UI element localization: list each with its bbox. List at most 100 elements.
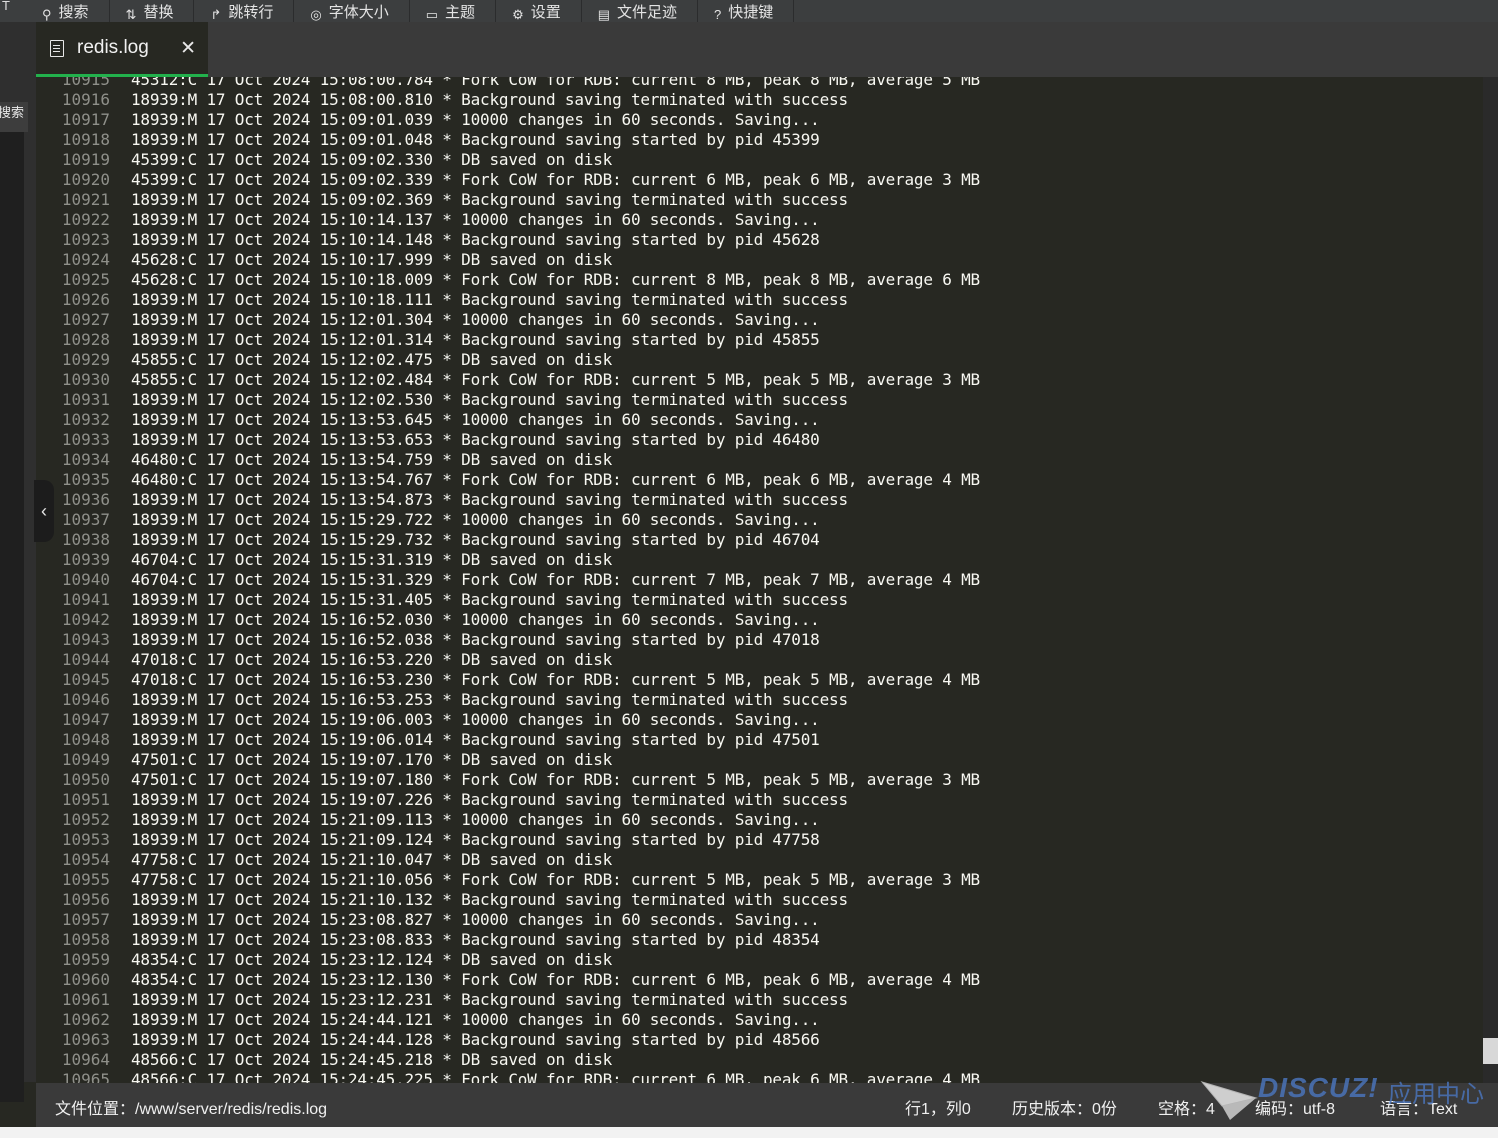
code-line[interactable]: 10952 18939:M 17 Oct 2024 15:21:09.113 * … (36, 810, 1483, 830)
code-line[interactable]: 10941 18939:M 17 Oct 2024 15:15:31.405 * … (36, 590, 1483, 610)
replace-button-label: 替换 (143, 4, 174, 21)
theme-icon: ▭ (425, 7, 439, 22)
line-text: 18939:M 17 Oct 2024 15:16:52.030 * 10000… (131, 610, 820, 629)
code-line[interactable]: 10939 46704:C 17 Oct 2024 15:15:31.319 * … (36, 550, 1483, 570)
code-line[interactable]: 10944 47018:C 17 Oct 2024 15:16:53.220 * … (36, 650, 1483, 670)
code-line[interactable]: 10925 45628:C 17 Oct 2024 15:10:18.009 * … (36, 270, 1483, 290)
code-line[interactable]: 10961 18939:M 17 Oct 2024 15:23:12.231 * … (36, 990, 1483, 1010)
code-line[interactable]: 10943 18939:M 17 Oct 2024 15:16:52.038 * … (36, 630, 1483, 650)
theme-button[interactable]: ▭ 主题 (410, 0, 497, 22)
close-icon[interactable]: ✕ (180, 39, 196, 58)
line-number: 10917 (61, 110, 110, 129)
code-line[interactable]: 10916 18939:M 17 Oct 2024 15:08:00.810 * … (36, 90, 1483, 110)
font-size-button[interactable]: ◎ 字体大小 (294, 0, 410, 22)
line-number: 10930 (61, 370, 110, 389)
tab-bar: redis.log ✕ (36, 22, 1498, 77)
code-line[interactable]: 10926 18939:M 17 Oct 2024 15:10:18.111 * … (36, 290, 1483, 310)
code-line[interactable]: 10960 48354:C 17 Oct 2024 15:23:12.130 * … (36, 970, 1483, 990)
code-line[interactable]: 10923 18939:M 17 Oct 2024 15:10:14.148 * … (36, 230, 1483, 250)
file-trace-button[interactable]: ▤ 文件足迹 (582, 0, 699, 22)
code-line[interactable]: 10948 18939:M 17 Oct 2024 15:19:06.014 * … (36, 730, 1483, 750)
code-line[interactable]: 10937 18939:M 17 Oct 2024 15:15:29.722 * … (36, 510, 1483, 530)
code-line[interactable]: 10915 45312:C 17 Oct 2024 15:08:00.784 * … (36, 77, 1483, 90)
collapse-sidebar-button[interactable]: ‹ (34, 480, 54, 542)
code-line[interactable]: 10919 45399:C 17 Oct 2024 15:09:02.330 * … (36, 150, 1483, 170)
code-line[interactable]: 10927 18939:M 17 Oct 2024 15:12:01.304 * … (36, 310, 1483, 330)
code-line[interactable]: 10942 18939:M 17 Oct 2024 15:16:52.030 * … (36, 610, 1483, 630)
tab-redis-log[interactable]: redis.log ✕ (36, 22, 208, 77)
left-search-tab[interactable]: 搜索 (0, 102, 28, 132)
line-text: 18939:M 17 Oct 2024 15:12:02.530 * Backg… (131, 390, 848, 409)
code-line[interactable]: 10922 18939:M 17 Oct 2024 15:10:14.137 * … (36, 210, 1483, 230)
code-line[interactable]: 10917 18939:M 17 Oct 2024 15:09:01.039 * … (36, 110, 1483, 130)
code-line[interactable]: 10963 18939:M 17 Oct 2024 15:24:44.128 * … (36, 1030, 1483, 1050)
code-line[interactable]: 10956 18939:M 17 Oct 2024 15:21:10.132 * … (36, 890, 1483, 910)
code-line[interactable]: 10951 18939:M 17 Oct 2024 15:19:07.226 * … (36, 790, 1483, 810)
cursor-position[interactable]: 行1，列0 (905, 1095, 971, 1119)
line-text: 18939:M 17 Oct 2024 15:09:02.369 * Backg… (131, 190, 848, 209)
code-line[interactable]: 10934 46480:C 17 Oct 2024 15:13:54.759 * … (36, 450, 1483, 470)
code-line[interactable]: 10955 47758:C 17 Oct 2024 15:21:10.056 * … (36, 870, 1483, 890)
code-line[interactable]: 10933 18939:M 17 Oct 2024 15:13:53.653 * … (36, 430, 1483, 450)
file-location: 文件位置：/www/server/redis/redis.log (55, 1101, 328, 1118)
line-text: 47758:C 17 Oct 2024 15:21:10.047 * DB sa… (131, 850, 613, 869)
line-number: 10918 (61, 130, 110, 149)
line-number: 10963 (61, 1030, 110, 1049)
code-line[interactable]: 10938 18939:M 17 Oct 2024 15:15:29.732 * … (36, 530, 1483, 550)
line-text: 45399:C 17 Oct 2024 15:09:02.330 * DB sa… (131, 150, 613, 169)
code-line[interactable]: 10957 18939:M 17 Oct 2024 15:23:08.827 * … (36, 910, 1483, 930)
line-text: 18939:M 17 Oct 2024 15:16:53.253 * Backg… (131, 690, 848, 709)
line-number: 10915 (61, 77, 110, 89)
code-line[interactable]: 10921 18939:M 17 Oct 2024 15:09:02.369 * … (36, 190, 1483, 210)
code-line[interactable]: 10929 45855:C 17 Oct 2024 15:12:02.475 * … (36, 350, 1483, 370)
code-line[interactable]: 10932 18939:M 17 Oct 2024 15:13:53.645 * … (36, 410, 1483, 430)
settings-button[interactable]: ⚙ 设置 (496, 0, 582, 22)
watermark-logo: DISCUZ! 应用中心 (1200, 1072, 1490, 1122)
line-text: 18939:M 17 Oct 2024 15:23:12.231 * Backg… (131, 990, 848, 1009)
code-line[interactable]: 10924 45628:C 17 Oct 2024 15:10:17.999 * … (36, 250, 1483, 270)
code-line[interactable]: 10953 18939:M 17 Oct 2024 15:21:09.124 * … (36, 830, 1483, 850)
code-line[interactable]: 10950 47501:C 17 Oct 2024 15:19:07.180 * … (36, 770, 1483, 790)
line-text: 45628:C 17 Oct 2024 15:10:17.999 * DB sa… (131, 250, 613, 269)
code-line[interactable]: 10935 46480:C 17 Oct 2024 15:13:54.767 * … (36, 470, 1483, 490)
vertical-scrollbar[interactable] (1483, 77, 1498, 1083)
code-line[interactable]: 10920 45399:C 17 Oct 2024 15:09:02.339 * … (36, 170, 1483, 190)
code-line[interactable]: 10962 18939:M 17 Oct 2024 15:24:44.121 * … (36, 1010, 1483, 1030)
scrollbar-thumb[interactable] (1483, 1038, 1498, 1064)
line-text: 45855:C 17 Oct 2024 15:12:02.484 * Fork … (131, 370, 980, 389)
line-text: 18939:M 17 Oct 2024 15:13:54.873 * Backg… (131, 490, 848, 509)
code-line[interactable]: 10945 47018:C 17 Oct 2024 15:16:53.230 * … (36, 670, 1483, 690)
line-text: 46704:C 17 Oct 2024 15:15:31.319 * DB sa… (131, 550, 613, 569)
line-text: 18939:M 17 Oct 2024 15:19:06.014 * Backg… (131, 730, 820, 749)
line-text: 18939:M 17 Oct 2024 15:16:52.038 * Backg… (131, 630, 820, 649)
line-number: 10926 (61, 290, 110, 309)
code-line[interactable]: 10936 18939:M 17 Oct 2024 15:13:54.873 * … (36, 490, 1483, 510)
goto-line-button[interactable]: ↱ 跳转行 (194, 0, 295, 22)
line-number: 10964 (61, 1050, 110, 1069)
code-line[interactable]: 10949 47501:C 17 Oct 2024 15:19:07.170 * … (36, 750, 1483, 770)
history-versions[interactable]: 历史版本：0份 (1012, 1095, 1117, 1119)
code-line[interactable]: 10954 47758:C 17 Oct 2024 15:21:10.047 * … (36, 850, 1483, 870)
line-number: 10956 (61, 890, 110, 909)
code-line[interactable]: 10931 18939:M 17 Oct 2024 15:12:02.530 * … (36, 390, 1483, 410)
code-line[interactable]: 10946 18939:M 17 Oct 2024 15:16:53.253 * … (36, 690, 1483, 710)
line-number: 10960 (61, 970, 110, 989)
code-line[interactable]: 10947 18939:M 17 Oct 2024 15:19:06.003 * … (36, 710, 1483, 730)
line-text: 45628:C 17 Oct 2024 15:10:18.009 * Fork … (131, 270, 980, 289)
search-button[interactable]: ⚲ 搜索 (26, 0, 110, 22)
code-line[interactable]: 10959 48354:C 17 Oct 2024 15:23:12.124 * … (36, 950, 1483, 970)
shortcut-button[interactable]: ? 快捷键 (698, 0, 795, 22)
code-line[interactable]: 10958 18939:M 17 Oct 2024 15:23:08.833 * … (36, 930, 1483, 950)
line-number: 10924 (61, 250, 110, 269)
code-line[interactable]: 10928 18939:M 17 Oct 2024 15:12:01.314 * … (36, 330, 1483, 350)
code-line[interactable]: 10918 18939:M 17 Oct 2024 15:09:01.048 * … (36, 130, 1483, 150)
line-number: 10959 (61, 950, 110, 969)
code-line[interactable]: 10964 48566:C 17 Oct 2024 15:24:45.218 * … (36, 1050, 1483, 1070)
replace-icon: ⇅ (125, 7, 137, 22)
line-number: 10955 (61, 870, 110, 889)
replace-button[interactable]: ⇅ 替换 (110, 0, 195, 22)
code-line[interactable]: 10930 45855:C 17 Oct 2024 15:12:02.484 * … (36, 370, 1483, 390)
code-line[interactable]: 10940 46704:C 17 Oct 2024 15:15:31.329 * … (36, 570, 1483, 590)
line-number: 10920 (61, 170, 110, 189)
code-editor[interactable]: 10915 45312:C 17 Oct 2024 15:08:00.784 * … (36, 77, 1483, 1083)
